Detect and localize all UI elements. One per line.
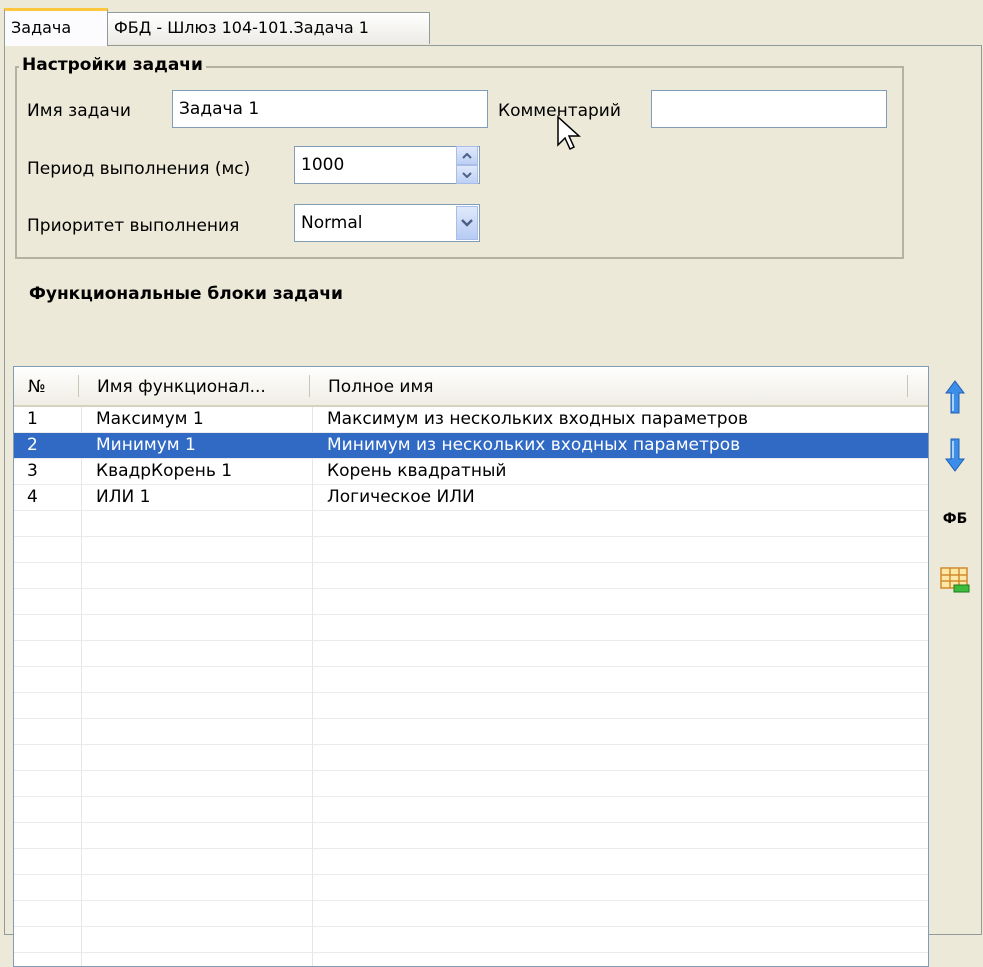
empty-row[interactable] [14,823,928,849]
column-separator[interactable] [907,375,908,397]
function-blocks-table[interactable]: № Имя функционал... Полное имя 1 Максиму… [13,366,929,967]
table-add-icon [940,567,970,593]
empty-row[interactable] [14,797,928,823]
empty-row[interactable] [14,537,928,563]
row-block-name: Минимум 1 [96,435,196,455]
empty-row[interactable] [14,667,928,693]
table-row[interactable]: 4 ИЛИ 1 Логическое ИЛИ [14,485,928,511]
task-name-label: Имя задачи [27,101,131,121]
chevron-up-icon [462,152,472,159]
table-add-button[interactable] [935,563,975,597]
empty-row[interactable] [14,615,928,641]
arrow-up-icon [945,380,965,414]
empty-row[interactable] [14,901,928,927]
chevron-down-icon [461,219,473,227]
row-full-name: Максимум из нескольких входных параметро… [327,409,748,429]
comment-input[interactable] [651,90,887,128]
priority-select[interactable]: Normal [294,204,480,242]
period-stepper[interactable] [456,146,478,184]
table-header: № Имя функционал... Полное имя [14,367,928,407]
column-separator[interactable] [309,375,310,397]
row-full-name: Логическое ИЛИ [327,487,475,507]
table-row[interactable]: 1 Максимум 1 Максимум из нескольких вход… [14,407,928,433]
row-number: 4 [27,487,38,507]
tab-fbd-gateway[interactable]: ФБД - Шлюз 104-101.Задача 1 [107,12,430,44]
row-block-name: ИЛИ 1 [96,487,151,507]
row-block-name: Максимум 1 [96,409,204,429]
function-blocks-title: Функциональные блоки задачи [29,284,343,304]
tab-task[interactable]: Задача [4,8,108,46]
empty-row[interactable] [14,693,928,719]
tab-strip: Задача ФБД - Шлюз 104-101.Задача 1 [0,0,983,46]
fb-button[interactable]: ФБ [935,504,975,534]
priority-label: Приоритет выполнения [27,216,240,236]
empty-row[interactable] [14,641,928,667]
empty-row[interactable] [14,953,928,966]
empty-row[interactable] [14,927,928,953]
column-block-name[interactable]: Имя функционал... [97,367,266,405]
empty-row[interactable] [14,563,928,589]
priority-dropdown-button[interactable] [456,206,478,240]
table-body: 1 Максимум 1 Максимум из нескольких вход… [14,407,928,966]
empty-row[interactable] [14,875,928,901]
row-block-name: КвадрКорень 1 [96,461,233,481]
period-label: Период выполнения (мс) [27,159,251,179]
row-number: 2 [27,435,38,455]
row-number: 3 [27,461,38,481]
empty-row[interactable] [14,745,928,771]
stepper-down-button[interactable] [456,165,478,184]
move-up-button[interactable] [935,376,975,418]
empty-row[interactable] [14,589,928,615]
row-full-name: Корень квадратный [327,461,507,481]
period-input[interactable] [294,146,480,184]
column-separator[interactable] [78,375,79,397]
empty-row[interactable] [14,719,928,745]
mouse-cursor-icon [557,115,581,151]
arrow-down-icon [945,438,965,472]
empty-row[interactable] [14,511,928,537]
column-number[interactable]: № [28,367,46,405]
tab-panel: Настройки задачи Имя задачи Комментарий … [4,45,982,967]
move-down-button[interactable] [935,434,975,476]
column-full-name[interactable]: Полное имя [328,367,434,405]
stepper-up-button[interactable] [456,146,478,165]
empty-row[interactable] [14,849,928,875]
row-number: 1 [27,409,38,429]
row-full-name: Минимум из нескольких входных параметров [327,435,741,455]
task-settings-title: Настройки задачи [19,55,206,75]
table-row-selected[interactable]: 2 Минимум 1 Минимум из нескольких входны… [14,433,928,459]
task-name-input[interactable] [172,90,488,128]
table-row[interactable]: 3 КвадрКорень 1 Корень квадратный [14,459,928,485]
empty-row[interactable] [14,771,928,797]
chevron-down-icon [462,171,472,178]
